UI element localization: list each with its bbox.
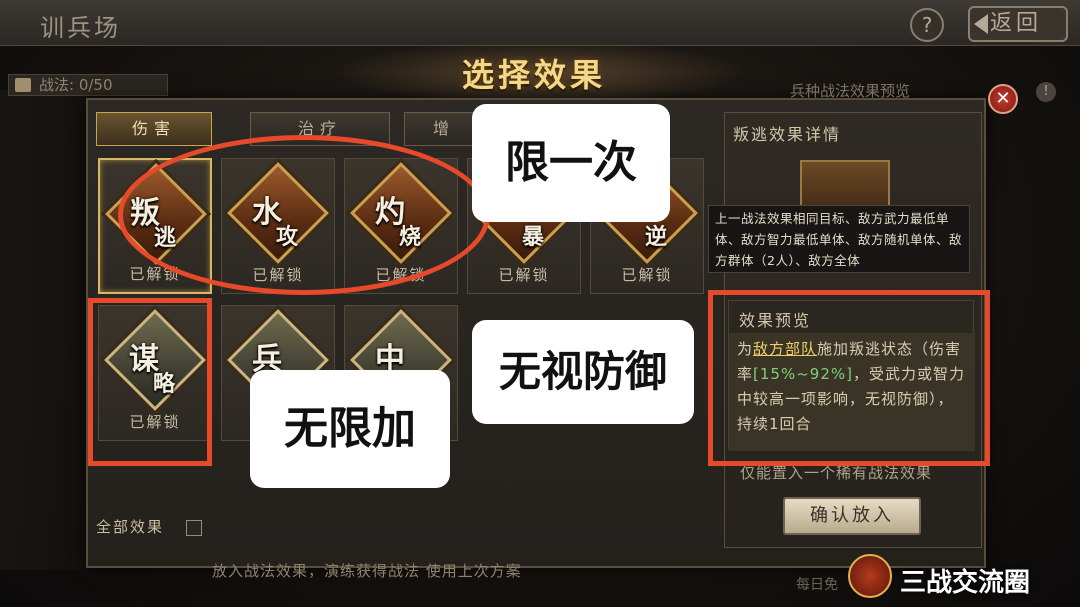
target-tooltip: 上一战法效果相同目标、敌方武力最低单体、敌方智力最低单体、敌方随机单体、敌方群体… xyxy=(708,205,970,273)
emblem-char-2: 逆 xyxy=(645,225,668,250)
card-status: 已解锁 xyxy=(621,266,673,284)
back-label: 返回 xyxy=(990,11,1043,36)
all-effects-checkbox[interactable] xyxy=(186,520,202,536)
annotation-ignore-defense: 无视防御 xyxy=(472,320,694,424)
bottom-hint: 放入战法效果，演练获得战法 使用上次方案 xyxy=(212,562,522,580)
annotation-unlimited: 无限加 xyxy=(250,370,450,488)
tab-damage[interactable]: 伤害 xyxy=(96,112,212,146)
watermark-text: 三战交流圈 xyxy=(900,568,1031,598)
watermark-logo xyxy=(848,554,892,598)
detail-title: 叛逃效果详情 xyxy=(733,125,842,144)
info-icon[interactable]: ! xyxy=(1036,82,1056,102)
annotation-once: 限一次 xyxy=(472,104,670,222)
annotation-rect-strategy xyxy=(88,298,212,466)
tactic-counter: 战法: 0/50 xyxy=(8,74,168,96)
page-title: 训兵场 xyxy=(40,14,121,42)
back-arrow-icon xyxy=(974,14,988,34)
daily-free-label: 每日免 xyxy=(796,577,838,593)
annotation-ellipse xyxy=(118,135,490,295)
card-status: 已解锁 xyxy=(498,266,550,284)
preview-header: 兵种战法效果预览 xyxy=(790,82,911,100)
emblem-char-2: 暴 xyxy=(522,225,545,250)
scroll-icon xyxy=(15,78,31,92)
close-button[interactable]: ✕ xyxy=(988,84,1018,114)
help-button[interactable]: ? xyxy=(910,8,944,42)
confirm-button[interactable]: 确认放入 xyxy=(783,497,921,535)
dialog-title: 选择效果 xyxy=(462,56,607,94)
annotation-rect-effect xyxy=(708,290,990,466)
back-button[interactable]: 返回 xyxy=(968,6,1068,42)
counter-text: 战法: 0/50 xyxy=(39,76,113,94)
